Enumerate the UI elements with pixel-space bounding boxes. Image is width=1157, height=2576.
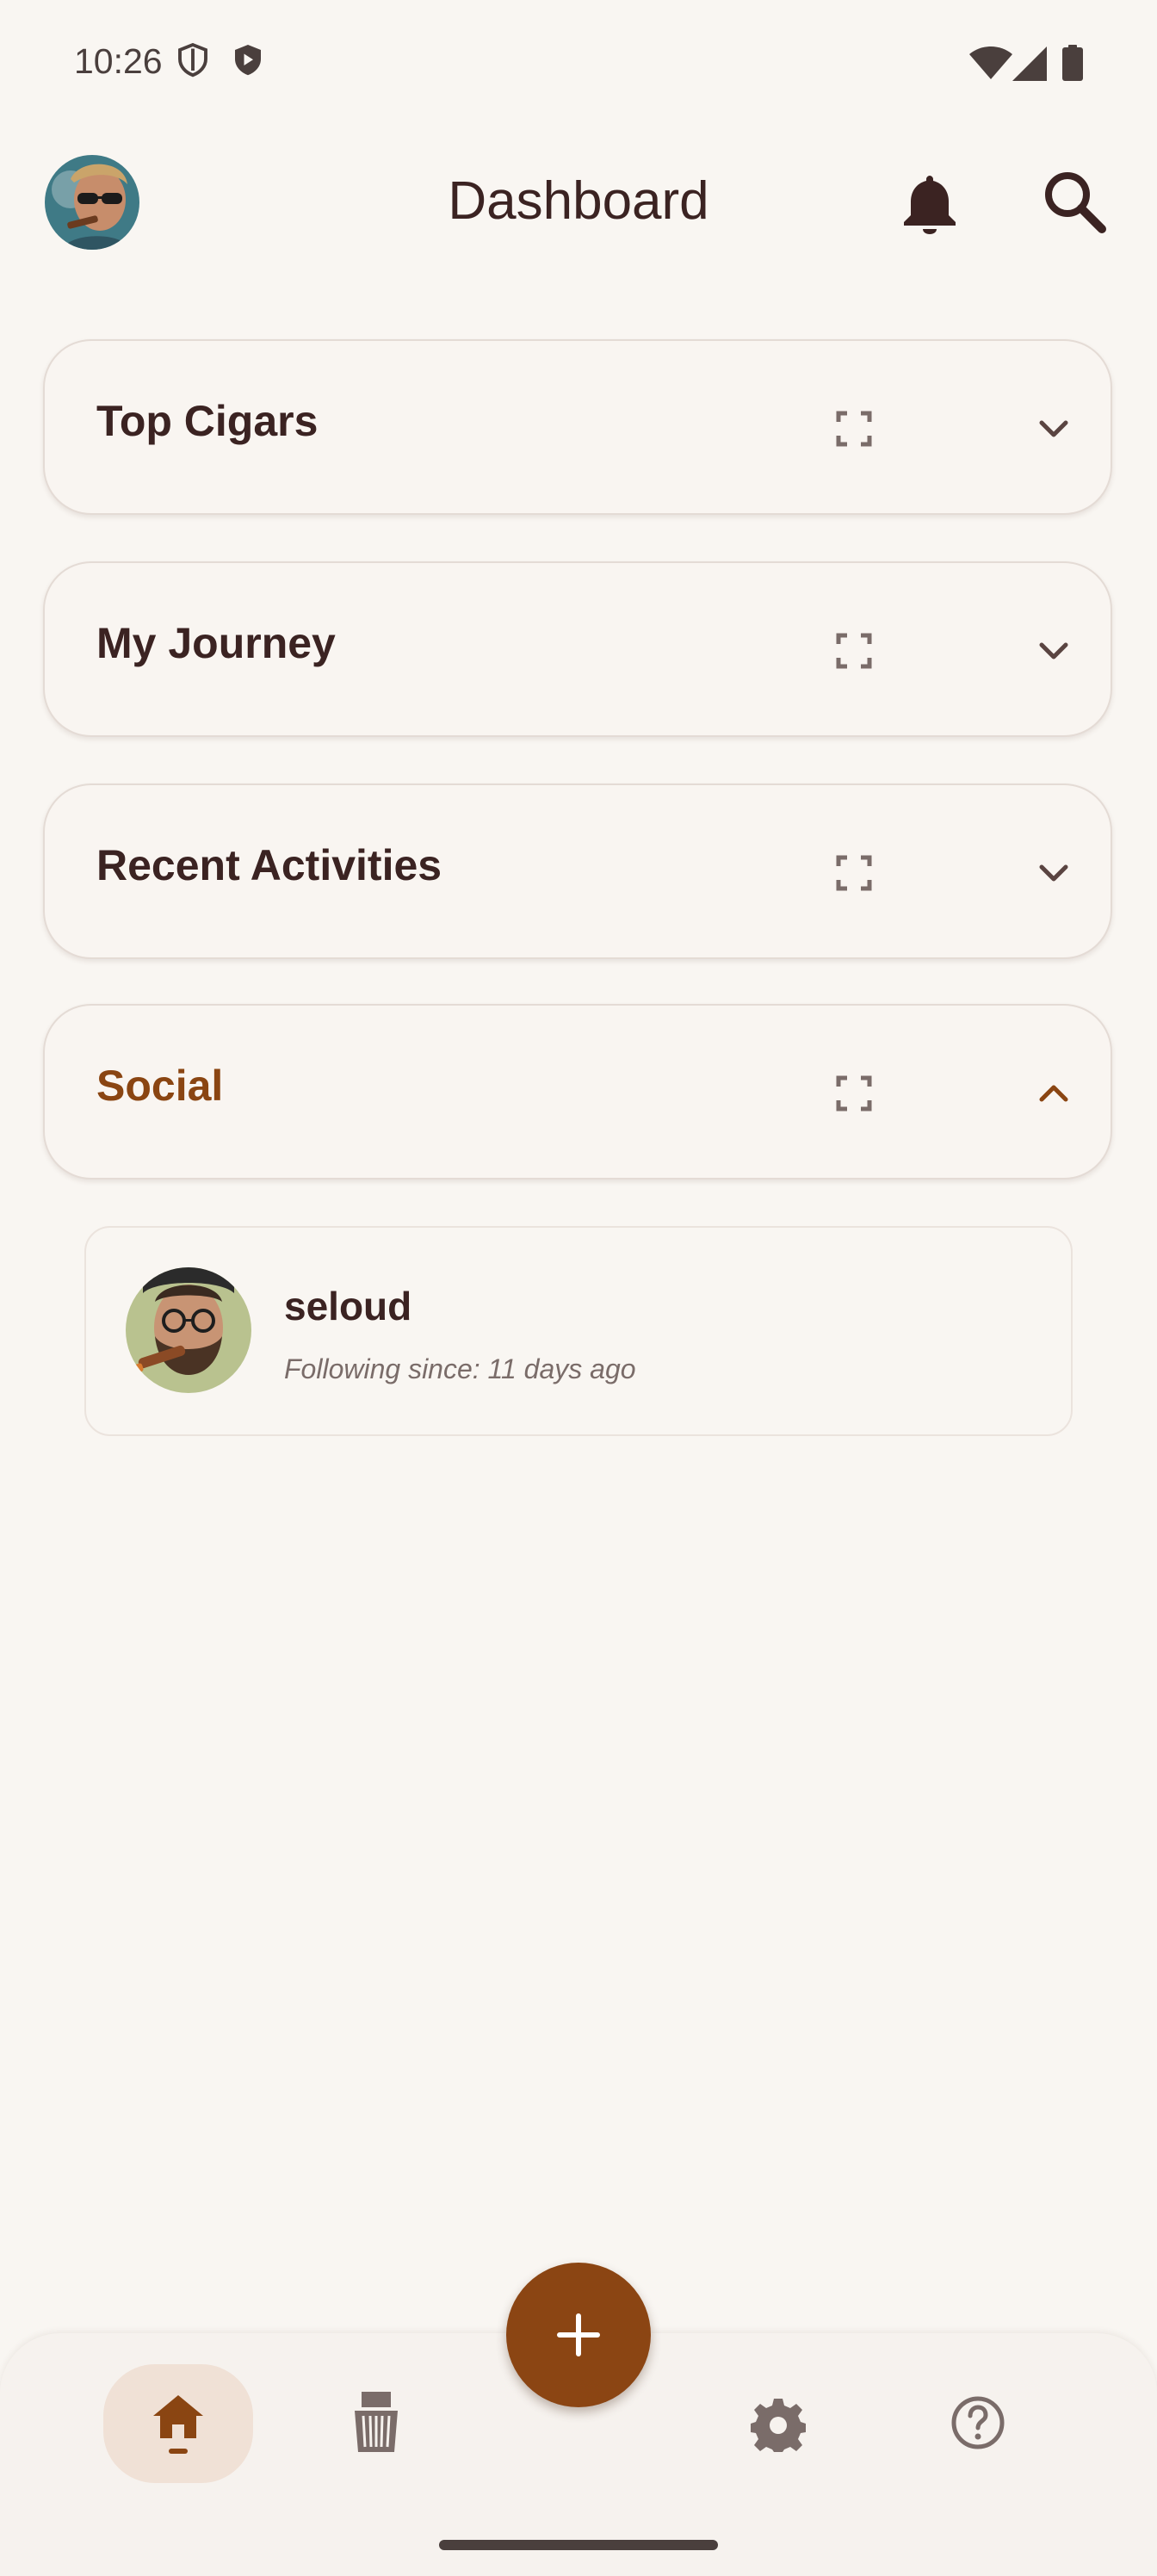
section-my-journey[interactable]: My Journey bbox=[43, 561, 1112, 737]
section-title: Top Cigars bbox=[96, 397, 319, 445]
battery-icon bbox=[1062, 45, 1083, 81]
section-title: Recent Activities bbox=[96, 841, 442, 889]
section-top-cigars[interactable]: Top Cigars bbox=[43, 339, 1112, 515]
status-time: 10:26 bbox=[74, 41, 163, 81]
fullscreen-expand-icon[interactable] bbox=[833, 1073, 875, 1114]
fullscreen-expand-icon[interactable] bbox=[833, 630, 875, 672]
search-icon[interactable] bbox=[1040, 167, 1109, 236]
chevron-down-icon[interactable] bbox=[1031, 851, 1076, 895]
avatar[interactable] bbox=[126, 1267, 251, 1393]
settings-icon[interactable] bbox=[751, 2397, 806, 2452]
section-title: Social bbox=[96, 1062, 224, 1110]
chevron-down-icon[interactable] bbox=[1031, 406, 1076, 451]
section-social[interactable]: Social bbox=[43, 1004, 1112, 1180]
list-item[interactable]: seloud Following since: 11 days ago bbox=[84, 1226, 1073, 1436]
fullscreen-expand-icon[interactable] bbox=[833, 852, 875, 894]
cellular-signal-icon bbox=[1012, 46, 1047, 81]
plus-icon bbox=[557, 2313, 600, 2356]
social-username: seloud bbox=[284, 1284, 412, 1328]
bell-icon[interactable] bbox=[900, 172, 959, 234]
humidor-icon[interactable] bbox=[351, 2390, 401, 2454]
section-recent-activities[interactable]: Recent Activities bbox=[43, 783, 1112, 959]
shield-play-icon bbox=[235, 45, 261, 76]
add-button[interactable] bbox=[506, 2263, 651, 2407]
chevron-down-icon[interactable] bbox=[1031, 629, 1076, 673]
wifi-icon bbox=[969, 46, 1012, 79]
fullscreen-expand-icon[interactable] bbox=[833, 408, 875, 449]
following-since-text: Following since: 11 days ago bbox=[284, 1353, 636, 1384]
status-bar: 10:26 bbox=[0, 0, 1157, 129]
bearded-man-avatar-icon bbox=[126, 1267, 251, 1393]
help-icon[interactable] bbox=[950, 2395, 1005, 2450]
home-indicator[interactable] bbox=[439, 2540, 718, 2550]
shield-outline-icon bbox=[178, 43, 207, 77]
page-title: Dashboard bbox=[448, 171, 709, 231]
home-icon bbox=[153, 2395, 203, 2454]
nav-item-home[interactable] bbox=[103, 2364, 253, 2483]
app-bar: Dashboard bbox=[0, 129, 1157, 276]
section-title: My Journey bbox=[96, 619, 336, 667]
chevron-up-icon[interactable] bbox=[1031, 1071, 1076, 1116]
